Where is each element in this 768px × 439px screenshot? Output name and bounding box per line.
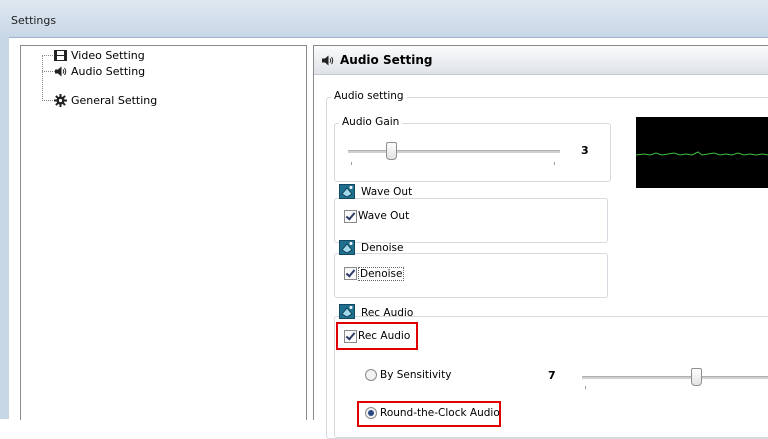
audio-gain-label: Audio Gain: [339, 116, 403, 128]
audio-gain-slider[interactable]: [348, 150, 560, 153]
window-frame: [0, 37, 9, 419]
audio-gain-value: 3: [581, 144, 589, 157]
rec-audio-checkbox-label[interactable]: Rec Audio: [358, 330, 410, 342]
slider-tick: [351, 162, 352, 165]
wave-out-checkbox-label[interactable]: Wave Out: [358, 210, 409, 222]
tree-item-video-setting[interactable]: Video Setting: [54, 49, 145, 63]
section-title: Audio Setting: [340, 53, 433, 67]
tree-item-label: General Setting: [71, 94, 158, 107]
speaker-icon: [54, 65, 67, 78]
denoise-label: Denoise: [361, 242, 404, 254]
sensitivity-slider[interactable]: [582, 376, 768, 379]
audio-gain-slider-thumb[interactable]: [386, 142, 397, 160]
paint-bucket-icon: [339, 184, 355, 199]
section-header: Audio Setting: [314, 46, 768, 75]
window-title: Settings: [11, 14, 57, 27]
rec-audio-checkbox[interactable]: [344, 330, 357, 343]
denoise-header: Denoise: [339, 238, 403, 258]
slider-tick: [585, 386, 586, 389]
gear-icon: [54, 94, 67, 107]
by-sensitivity-label[interactable]: By Sensitivity: [380, 369, 451, 381]
slider-tick: [554, 162, 555, 165]
settings-window: Settings Video Setting Audio Setting Gen…: [0, 0, 768, 439]
paint-bucket-icon: [339, 240, 355, 255]
audio-setting-panel: Audio Setting Audio setting Audio Gain 3…: [313, 45, 768, 439]
tree-connector: [42, 55, 43, 101]
sensitivity-value: 7: [548, 369, 556, 382]
round-the-clock-radio[interactable]: [365, 407, 377, 419]
rec-audio-header: Rec Audio: [339, 302, 413, 322]
tree-item-audio-setting[interactable]: Audio Setting: [55, 65, 146, 79]
film-icon: [54, 49, 67, 62]
rec-audio-label: Rec Audio: [361, 307, 414, 319]
audio-waveform-display: [635, 117, 768, 188]
speaker-icon: [321, 54, 334, 70]
settings-tree: Video Setting Audio Setting General Sett…: [20, 45, 307, 420]
title-bar[interactable]: Settings: [0, 0, 768, 38]
tree-item-general-setting[interactable]: General Setting: [54, 94, 158, 108]
by-sensitivity-radio[interactable]: [365, 369, 377, 381]
tree-item-label: Audio Setting: [71, 65, 146, 78]
round-the-clock-label[interactable]: Round-the-Clock Audio: [380, 407, 500, 419]
wave-out-checkbox[interactable]: [344, 210, 357, 223]
paint-bucket-icon: [339, 304, 355, 319]
tree-item-label: Video Setting: [71, 49, 145, 62]
wave-out-header: Wave Out: [339, 182, 412, 202]
wave-out-label: Wave Out: [361, 186, 413, 198]
denoise-checkbox[interactable]: [344, 267, 357, 280]
sensitivity-slider-thumb[interactable]: [691, 368, 702, 386]
denoise-checkbox-label[interactable]: Denoise: [358, 267, 405, 281]
audio-setting-group-label: Audio setting: [331, 90, 407, 102]
